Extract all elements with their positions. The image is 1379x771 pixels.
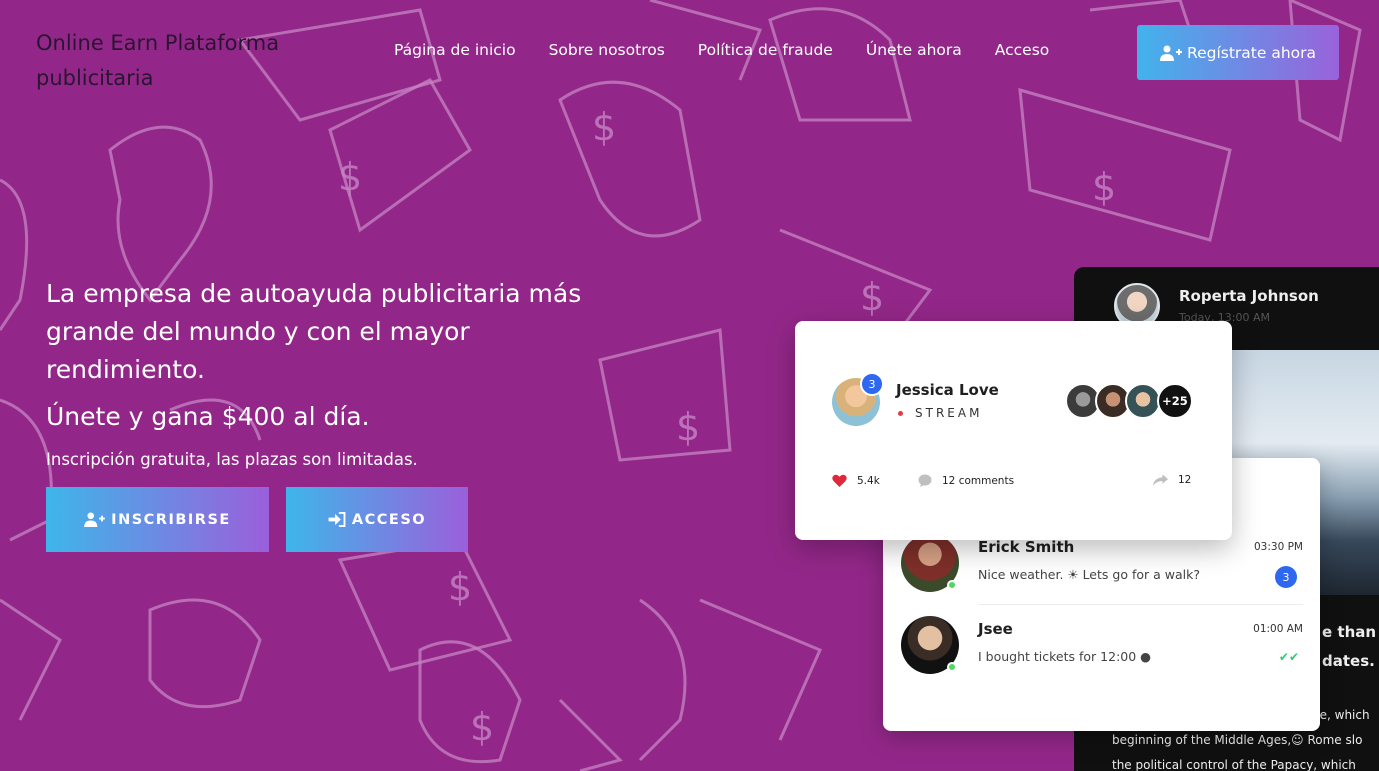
comments-stat: 12 comments [918,474,1014,487]
viewer-avatar [1125,383,1161,419]
chat-name: Jsee [978,620,1013,638]
likes-count: 5.4k [857,474,880,487]
heart-icon [832,474,847,487]
svg-text:$: $ [470,705,494,749]
login-button[interactable]: ACCESO [286,487,468,552]
site-logo[interactable]: Online Earn Plataforma publicitaria [36,26,336,96]
user-plus-icon [1160,45,1182,61]
register-now-label: Regístrate ahora [1187,43,1316,62]
svg-text:$: $ [860,275,884,319]
comments-count: 12 comments [942,474,1015,487]
post-paragraph-line: the political control of the Papacy, whi… [1112,758,1356,771]
chat-name: Erick Smith [978,538,1075,556]
svg-text:$: $ [676,405,700,449]
share-icon [1153,474,1168,486]
nav-home[interactable]: Página de inicio [394,41,516,59]
svg-text:$: $ [338,155,362,199]
likes-stat: 5.4k [832,474,880,487]
chat-time: 01:00 AM [1253,623,1303,635]
double-check-icon: ✔✔ [1278,650,1299,664]
svg-text:$: $ [592,105,616,149]
hero-subtitle: Únete y gana $400 al día. [46,402,370,431]
comment-icon [918,474,932,487]
shares-stat: 12 [1153,474,1191,486]
shares-count: 12 [1178,474,1192,486]
online-status-dot [947,580,957,590]
stream-tag: STREAM [915,406,983,420]
stream-card: 3 Jessica Love STREAM +25 5.4k 12 commen… [795,321,1232,540]
divider [978,604,1303,605]
nav-join[interactable]: Únete ahora [866,41,962,59]
post-author: Roperta Johnson [1179,287,1319,305]
join-button[interactable]: INSCRIBIRSE [46,487,269,552]
nav-login[interactable]: Acceso [995,41,1049,59]
join-button-label: INSCRIBIRSE [111,511,231,528]
online-status-dot [947,662,957,672]
nav-about[interactable]: Sobre nosotros [549,41,665,59]
sign-in-icon [328,512,346,527]
post-heading-line2: dates. [1322,652,1375,670]
post-heading-line1: e than 2 [1322,623,1379,641]
svg-text:$: $ [448,565,472,609]
hero-title: La empresa de autoayuda publicitaria más… [46,279,582,384]
login-button-label: ACCESO [351,511,427,528]
svg-text:$: $ [1092,165,1116,209]
chat-time: 03:30 PM [1254,541,1303,553]
nav-fraud-policy[interactable]: Política de fraude [698,41,833,59]
main-nav: Página de inicio Sobre nosotros Política… [394,41,1082,59]
user-plus-icon [84,512,105,527]
chat-row: Jsee I bought tickets for 12:00 ● 01:00 … [901,616,1303,686]
unread-badge: 3 [1275,566,1297,588]
register-now-button[interactable]: Regístrate ahora [1137,25,1339,80]
hero-note: Inscripción gratuita, las plazas son lim… [46,450,418,469]
stream-user-name: Jessica Love [896,381,999,399]
chat-message: I bought tickets for 12:00 ● [978,649,1152,664]
chat-message: Nice weather. ☀ Lets go for a walk? [978,567,1200,582]
notification-badge: 3 [860,372,884,396]
chat-row: Erick Smith Nice weather. ☀ Lets go for … [901,534,1303,604]
live-dot-icon [898,411,903,416]
post-paragraph-line: beginning of the Middle Ages,☺ Rome slo [1112,733,1363,747]
more-viewers-count: +25 [1157,383,1193,419]
